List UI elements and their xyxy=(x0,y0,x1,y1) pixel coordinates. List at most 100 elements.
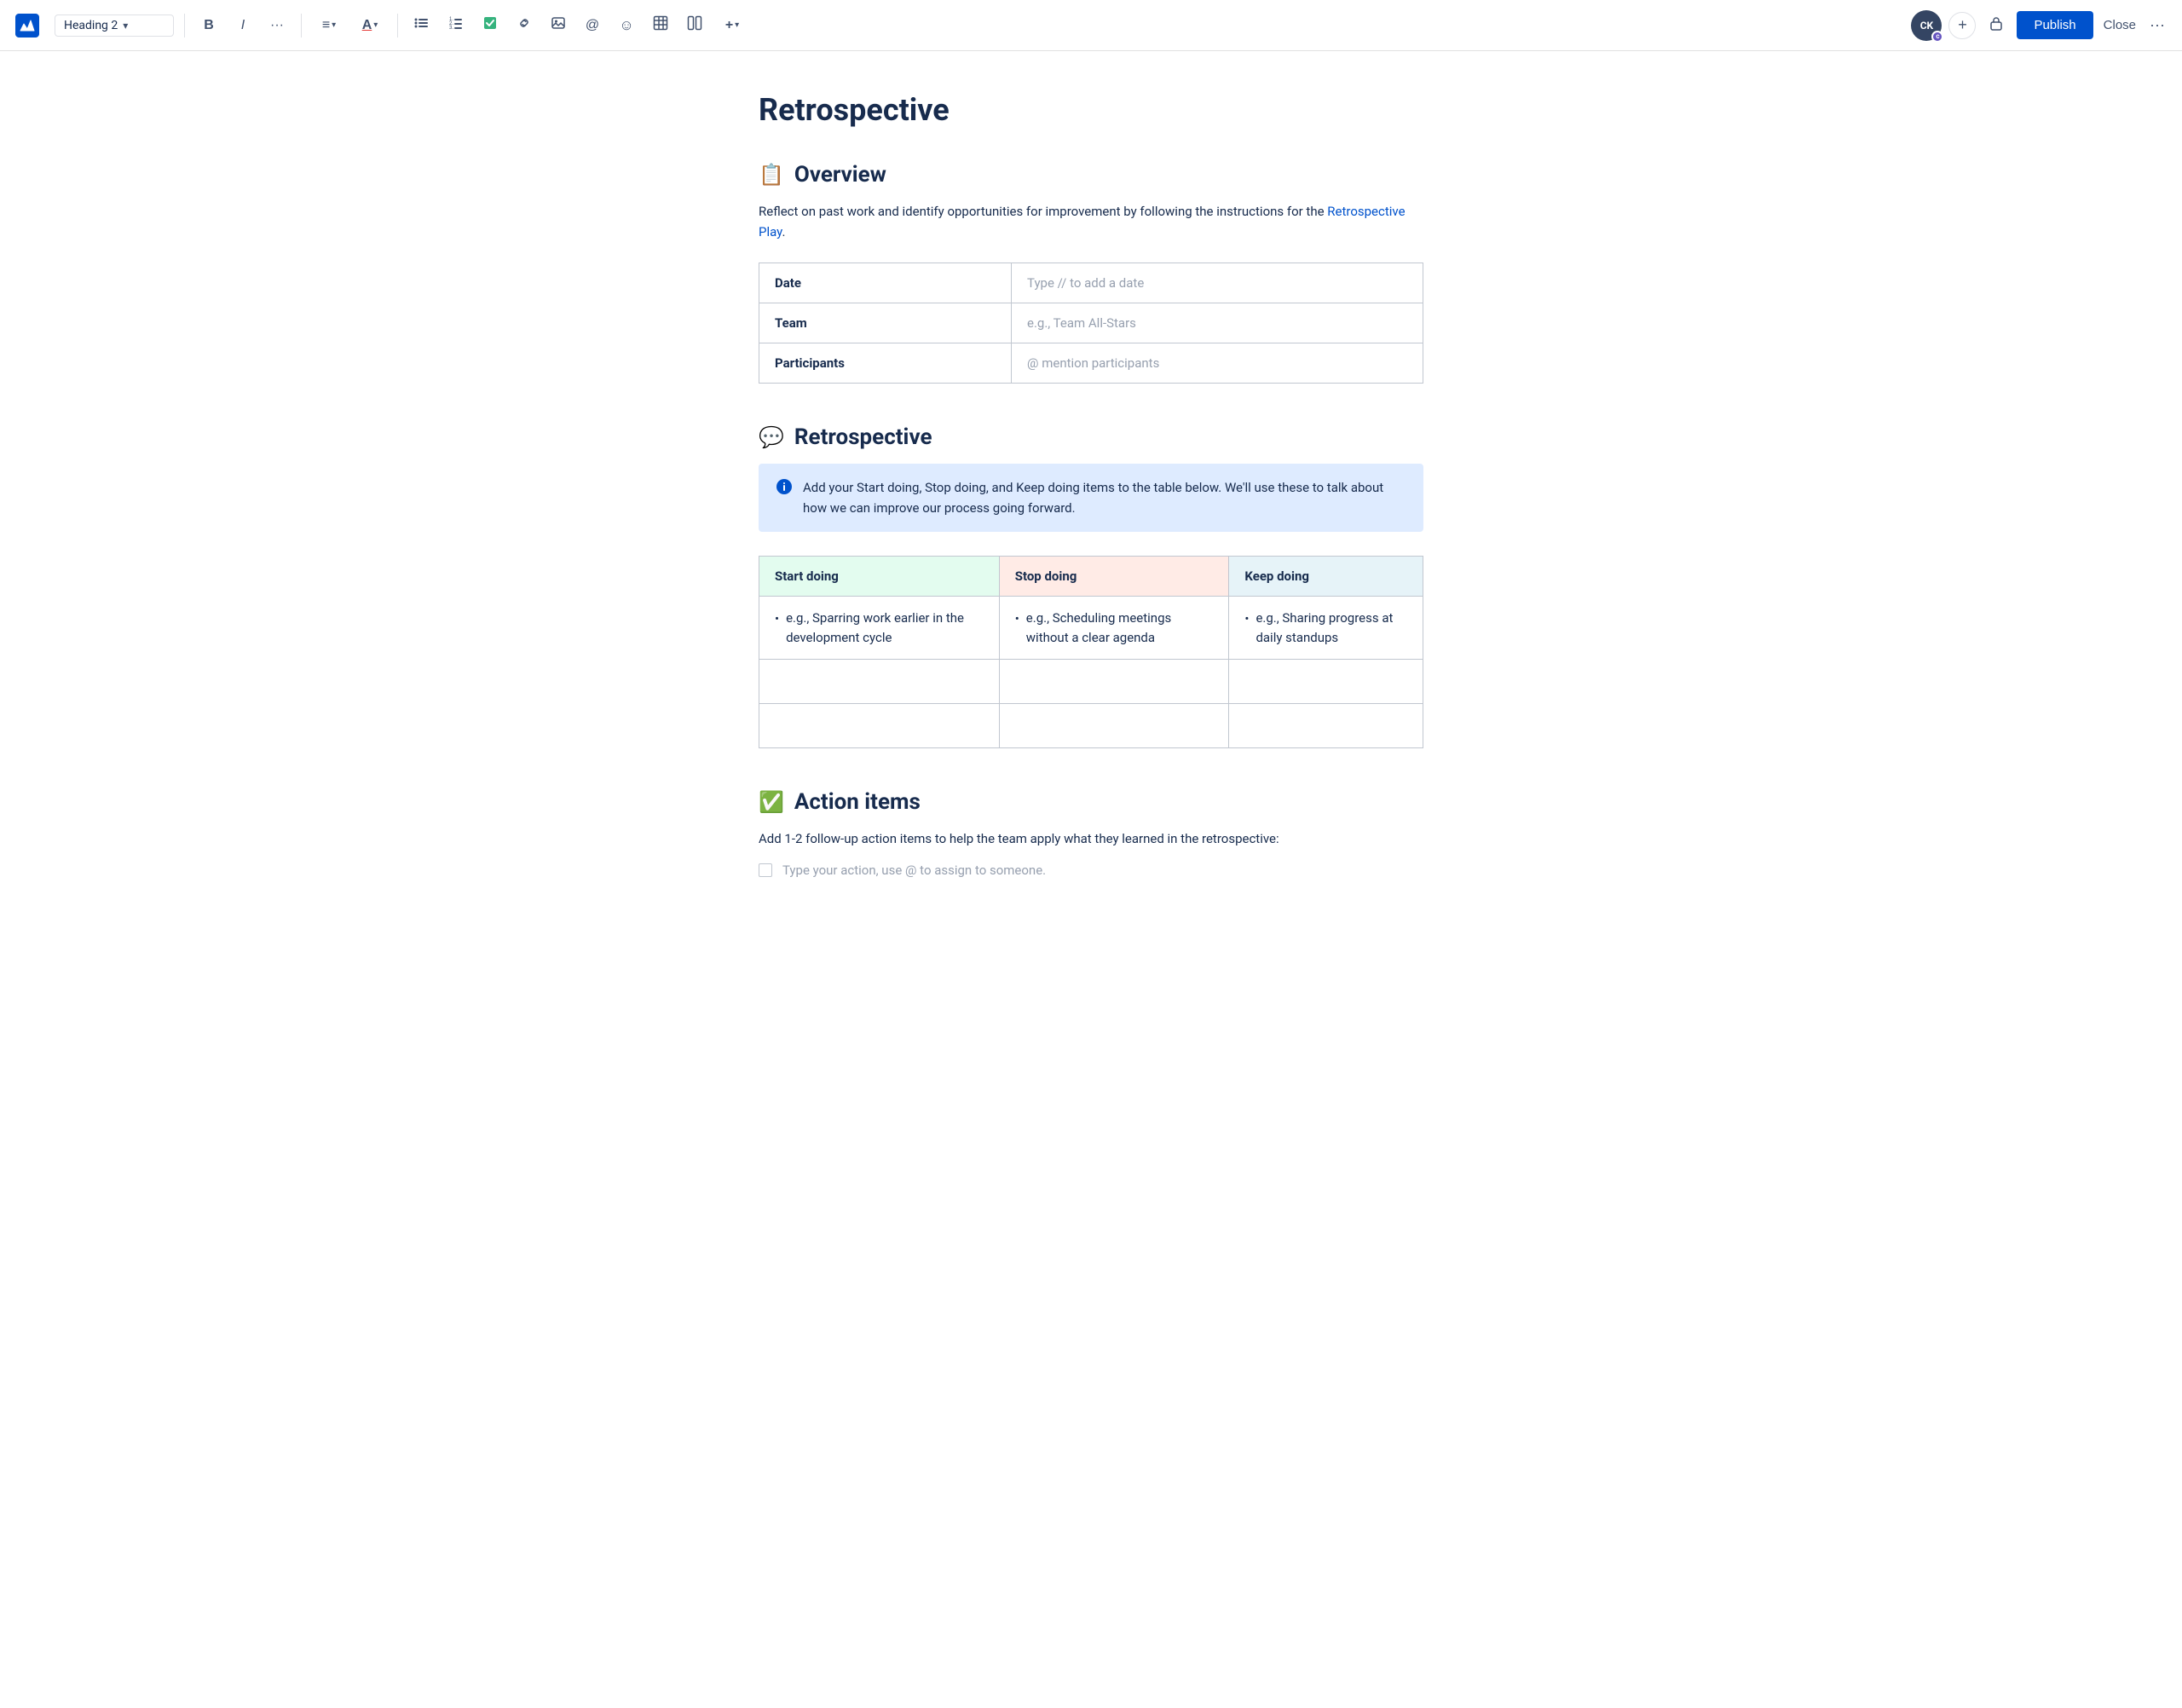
heading-selector-label: Heading 2 xyxy=(64,19,118,32)
col-header-start: Start doing xyxy=(759,557,1000,597)
retro-cell-stop[interactable] xyxy=(999,704,1229,748)
info-table-value[interactable]: @ mention participants xyxy=(1012,343,1423,384)
info-box-text: Add your Start doing, Stop doing, and Ke… xyxy=(803,477,1406,518)
close-button[interactable]: Close xyxy=(2100,11,2139,39)
emoji-button[interactable]: ☺ xyxy=(613,12,640,39)
toolbar-right: CK c + Publish Close ··· xyxy=(1911,10,2168,41)
col-header-stop: Stop doing xyxy=(999,557,1229,597)
heading-selector[interactable]: Heading 2 ▾ xyxy=(55,14,174,37)
bold-button[interactable]: B xyxy=(195,12,222,39)
info-table-label: Team xyxy=(759,303,1012,343)
info-table-row[interactable]: Teame.g., Team All-Stars xyxy=(759,303,1423,343)
info-icon xyxy=(776,478,793,499)
action-items-heading: ✅ Action items xyxy=(759,789,1423,815)
action-items-heading-text: Action items xyxy=(794,789,921,815)
retro-table-row[interactable] xyxy=(759,660,1423,704)
publish-button[interactable]: Publish xyxy=(2017,11,2093,39)
link-button[interactable] xyxy=(511,12,538,39)
overview-description: Reflect on past work and identify opport… xyxy=(759,201,1423,242)
bullet-stop: e.g., Scheduling meetings without a clea… xyxy=(1015,609,1214,647)
text-color-chevron: ▾ xyxy=(373,20,378,30)
action-checkbox-row[interactable]: Type your action, use @ to assign to som… xyxy=(759,863,1423,878)
retro-cell-stop[interactable]: e.g., Scheduling meetings without a clea… xyxy=(999,597,1229,660)
overview-heading-text: Overview xyxy=(794,162,886,188)
italic-button[interactable]: I xyxy=(229,12,257,39)
retrospective-heading: 💬 Retrospective xyxy=(759,424,1423,450)
numbered-list-button[interactable]: 1. 2. 3. xyxy=(442,12,470,39)
link-icon xyxy=(517,15,532,35)
bullet-keep: e.g., Sharing progress at daily standups xyxy=(1244,609,1407,647)
overview-table: DateType // to add a dateTeame.g., Team … xyxy=(759,263,1423,384)
info-table-value[interactable]: Type // to add a date xyxy=(1012,263,1423,303)
info-box: Add your Start doing, Stop doing, and Ke… xyxy=(759,464,1423,532)
align-chevron: ▾ xyxy=(332,20,336,30)
overview-heading: 📋 Overview xyxy=(759,162,1423,188)
insert-chevron-icon: ▾ xyxy=(735,20,739,30)
bullet-list-button[interactable] xyxy=(408,12,436,39)
image-icon xyxy=(551,15,566,35)
retro-table-header: Start doing Stop doing Keep doing xyxy=(759,557,1423,597)
lock-icon xyxy=(1988,14,2005,36)
retrospective-section: 💬 Retrospective Add your Start doing, St… xyxy=(759,424,1423,748)
task-button[interactable] xyxy=(476,12,504,39)
retro-cell-start[interactable] xyxy=(759,660,1000,704)
add-collaborator-button[interactable]: + xyxy=(1948,12,1976,39)
task-icon xyxy=(482,15,498,35)
bullet-start: e.g., Sparring work earlier in the devel… xyxy=(775,609,984,647)
mention-button[interactable]: @ xyxy=(579,12,606,39)
divider-2 xyxy=(301,14,302,38)
overview-section: 📋 Overview Reflect on past work and iden… xyxy=(759,162,1423,384)
retro-table-row[interactable] xyxy=(759,704,1423,748)
numbered-list-icon: 1. 2. 3. xyxy=(448,15,464,35)
heading-selector-chevron: ▾ xyxy=(123,20,128,32)
avatar-badge: c xyxy=(1931,31,1943,43)
retro-cell-keep[interactable] xyxy=(1229,660,1423,704)
action-items-description: Add 1-2 follow-up action items to help t… xyxy=(759,828,1423,849)
content-area: Retrospective 📋 Overview Reflect on past… xyxy=(707,51,1475,946)
retrospective-table: Start doing Stop doing Keep doing e.g., … xyxy=(759,556,1423,748)
app-logo xyxy=(14,12,41,39)
svg-text:3.: 3. xyxy=(449,26,453,31)
action-checkbox[interactable] xyxy=(759,863,772,877)
image-button[interactable] xyxy=(545,12,572,39)
avatar[interactable]: CK c xyxy=(1911,10,1942,41)
action-items-emoji: ✅ xyxy=(759,790,784,814)
align-icon: ≡ xyxy=(322,18,330,33)
retro-cell-keep[interactable] xyxy=(1229,704,1423,748)
overview-emoji: 📋 xyxy=(759,163,784,187)
retrospective-heading-text: Retrospective xyxy=(794,424,932,450)
table-button[interactable] xyxy=(647,12,674,39)
retrospective-emoji: 💬 xyxy=(759,425,784,449)
insert-more-button[interactable]: + ▾ xyxy=(715,12,749,39)
align-button[interactable]: ≡ ▾ xyxy=(312,12,346,39)
more-options-button[interactable]: ··· xyxy=(2146,13,2168,38)
mention-icon: @ xyxy=(586,18,599,33)
retro-table-row[interactable]: e.g., Sparring work earlier in the devel… xyxy=(759,597,1423,660)
text-color-button[interactable]: A ▾ xyxy=(353,12,387,39)
info-table-row[interactable]: Participants@ mention participants xyxy=(759,343,1423,384)
more-format-button[interactable]: ··· xyxy=(263,12,291,39)
info-table-value[interactable]: e.g., Team All-Stars xyxy=(1012,303,1423,343)
col-header-keep: Keep doing xyxy=(1229,557,1423,597)
table-icon xyxy=(653,15,668,35)
insert-plus-icon: + xyxy=(725,18,733,33)
layout-button[interactable] xyxy=(681,12,708,39)
action-items-section: ✅ Action items Add 1-2 follow-up action … xyxy=(759,789,1423,878)
bullet-list-icon xyxy=(414,15,430,35)
info-table-row[interactable]: DateType // to add a date xyxy=(759,263,1423,303)
retro-cell-keep[interactable]: e.g., Sharing progress at daily standups xyxy=(1229,597,1423,660)
retro-cell-start[interactable]: e.g., Sparring work earlier in the devel… xyxy=(759,597,1000,660)
layout-icon xyxy=(687,15,702,35)
info-table-label: Date xyxy=(759,263,1012,303)
lock-button[interactable] xyxy=(1983,12,2010,39)
toolbar: Heading 2 ▾ B I ··· ≡ ▾ A ▾ xyxy=(0,0,2182,51)
emoji-icon: ☺ xyxy=(619,17,633,34)
retro-cell-stop[interactable] xyxy=(999,660,1229,704)
page-title[interactable]: Retrospective xyxy=(759,92,1423,128)
text-color-icon: A xyxy=(362,18,372,33)
retro-cell-start[interactable] xyxy=(759,704,1000,748)
action-checkbox-label: Type your action, use @ to assign to som… xyxy=(782,863,1046,878)
divider-1 xyxy=(184,14,185,38)
divider-3 xyxy=(397,14,398,38)
info-table-label: Participants xyxy=(759,343,1012,384)
